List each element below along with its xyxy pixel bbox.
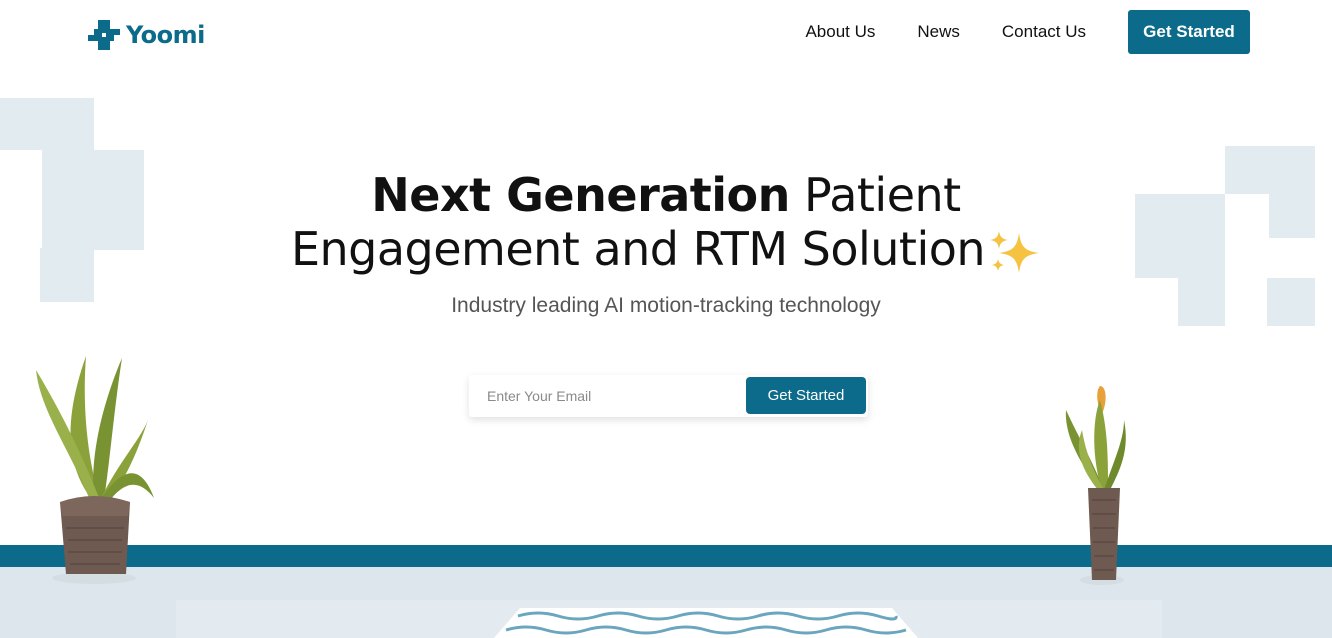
rug-icon (494, 608, 918, 638)
hero-title: Next Generation Patient Engagement and R… (0, 168, 1332, 277)
sparkles-icon (990, 230, 1040, 273)
nav-link-contact-us[interactable]: Contact Us (1002, 22, 1086, 42)
plant-icon (1065, 386, 1126, 585)
medical-cross-icon (88, 20, 120, 50)
email-signup-form: Get Started (469, 375, 868, 417)
nav-link-news[interactable]: News (917, 22, 960, 42)
main-nav: About Us News Contact Us Get Started (805, 10, 1250, 54)
nav-link-about-us[interactable]: About Us (805, 22, 875, 42)
landing-page: Yoomi About Us News Contact Us Get Start… (0, 0, 1332, 638)
hero-title-line2: Engagement and RTM Solution (290, 222, 986, 276)
hero-subtitle: Industry leading AI motion-tracking tech… (451, 294, 881, 317)
hero-title-line1-rest: Patient (804, 168, 961, 222)
header-get-started-button[interactable]: Get Started (1128, 10, 1250, 54)
brand-name: Yoomi (126, 21, 205, 49)
signup-get-started-button[interactable]: Get Started (746, 377, 866, 414)
hero-title-bold: Next Generation (371, 168, 790, 222)
email-input[interactable] (469, 375, 739, 417)
brand-logo[interactable]: Yoomi (88, 20, 205, 50)
plant-icon (36, 356, 154, 584)
